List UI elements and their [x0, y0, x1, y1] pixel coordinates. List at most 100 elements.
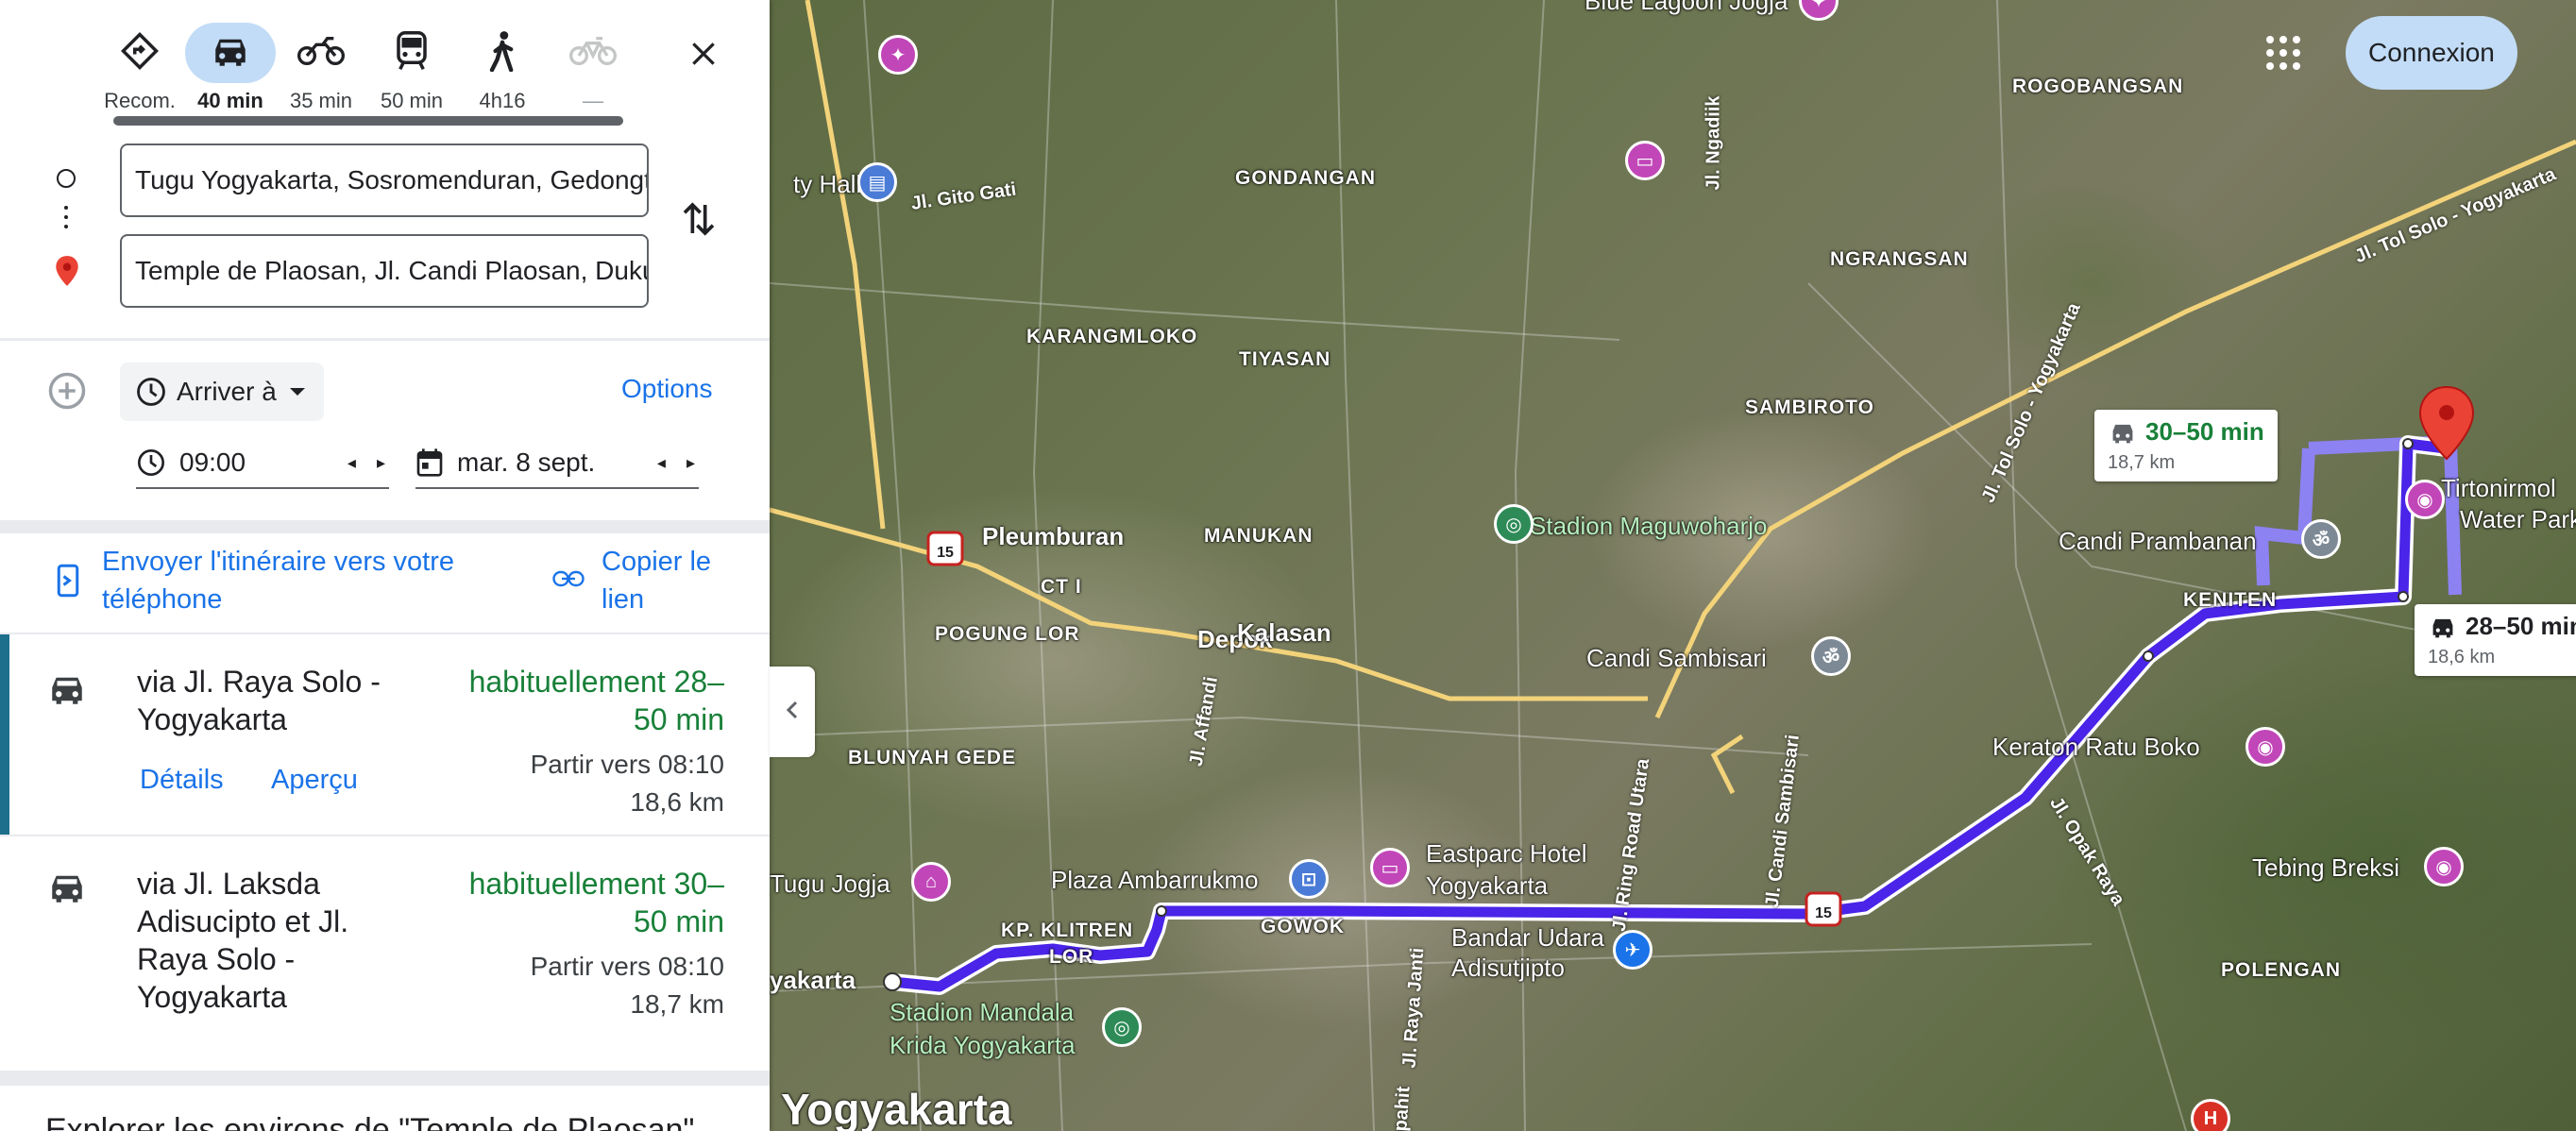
map-road-label: Jl. Ngadiik	[1703, 95, 1724, 191]
car-icon	[47, 870, 87, 909]
route-dots-icon	[64, 206, 68, 228]
origin-input[interactable]: Tugu Yogyakarta, Sosromenduran, Gedongte…	[120, 143, 649, 217]
map-place-label: Blue Lagoon Jogja	[1585, 0, 1788, 15]
mode-label: 4h16	[479, 89, 526, 112]
map-place-label: Pleumburan	[982, 522, 1125, 550]
collapse-panel-button[interactable]	[770, 667, 815, 757]
map-canvas[interactable]: 15 15 ROGOBANGSAN GONDANGAN NGRANGSAN KA…	[770, 0, 2576, 1131]
bicycle-icon	[569, 34, 617, 73]
time-prev-icon[interactable]: ◂	[347, 453, 356, 473]
clock-icon	[136, 447, 166, 478]
map-area-label: LOR	[1049, 946, 1094, 968]
map-place-label: Krida Yogyakarta	[890, 1031, 1076, 1059]
send-to-phone-button[interactable]: Envoyer l'itinéraire vers votre téléphon…	[57, 543, 500, 618]
camera-icon[interactable]: ◉	[2424, 847, 2464, 886]
mode-car[interactable]: 40 min	[185, 23, 276, 113]
route-via-line: Yogyakarta	[137, 702, 287, 736]
camera-icon[interactable]: ◉	[2246, 727, 2285, 767]
date-prev-icon[interactable]: ◂	[657, 453, 666, 473]
mode-transit[interactable]: 50 min	[366, 23, 457, 113]
building-icon[interactable]: ▤	[857, 162, 897, 202]
copy-link-label-line2: lien	[602, 584, 645, 615]
explore-nearby-heading: Explorer les environs de "Temple de Plao…	[45, 1112, 695, 1131]
shopping-icon[interactable]: ⊡	[1289, 859, 1329, 899]
route-details-link[interactable]: Détails	[140, 765, 224, 796]
map-place-label: Plaza Ambarrukmo	[1051, 866, 1259, 894]
airport-icon[interactable]: ✈	[1613, 930, 1652, 970]
apps-grid-icon[interactable]	[2266, 36, 2300, 70]
camera-icon[interactable]: ◉	[2405, 480, 2445, 519]
calendar-icon	[415, 447, 444, 478]
map-area-label: CT I	[1041, 576, 1082, 598]
map-area-label: SAMBIROTO	[1745, 397, 1874, 418]
hospital-icon[interactable]: H	[2191, 1099, 2230, 1131]
destination-input[interactable]: Temple de Plaosan, Jl. Candi Plaosan, Du…	[120, 234, 649, 308]
signin-button[interactable]: Connexion	[2346, 16, 2517, 90]
map-place-label: Adisutjipto	[1451, 954, 1565, 982]
section-divider	[0, 520, 770, 533]
stadium-icon[interactable]: ◎	[1494, 504, 1534, 544]
map-place-label: Candi Sambisari	[1586, 644, 1767, 672]
route-option-1[interactable]: via Jl. Raya Solo - Yogyakarta habituell…	[0, 634, 770, 835]
date-field[interactable]: mar. 8 sept. ◂ ▸	[415, 438, 699, 489]
route-time-card-main[interactable]: 28–50 min 18,6 km	[2415, 604, 2576, 677]
mode-recommended[interactable]: Recom.	[94, 23, 185, 113]
hotel-icon[interactable]: ▭	[1370, 848, 1410, 887]
temple-icon[interactable]: ॐ	[2301, 519, 2341, 559]
map-place-label: Eastparc Hotel	[1426, 839, 1587, 868]
map-area-label: GONDANGAN	[1235, 167, 1376, 189]
map-place-label: ty Hall	[793, 170, 862, 198]
temple-icon[interactable]: ॐ	[1811, 636, 1851, 676]
departure-option-dropdown[interactable]: Arriver à	[120, 363, 324, 421]
map-area-label: KARANGMLOKO	[1026, 326, 1198, 347]
poi-marker[interactable]: ✦	[878, 35, 918, 75]
copy-link-button[interactable]: Copier le lien	[552, 543, 741, 618]
close-icon	[688, 39, 719, 74]
route-distance: 18,7 km	[2108, 452, 2176, 474]
route-usual-time-line: 50 min	[633, 904, 724, 938]
map-place-label: Water Park	[2460, 505, 2576, 533]
swap-endpoints-button[interactable]	[680, 198, 725, 244]
date-next-icon[interactable]: ▸	[686, 453, 695, 473]
motorcycle-icon	[297, 35, 345, 72]
add-stop-button[interactable]	[47, 371, 87, 415]
stadium-icon[interactable]: ◎	[1102, 1007, 1142, 1047]
route-option-2[interactable]: via Jl. Laksda Adisucipto et Jl. Raya So…	[0, 836, 770, 1068]
map-place-label: Tugu Jogja	[770, 869, 890, 898]
close-directions-button[interactable]	[680, 32, 727, 79]
route-time: 28–50 min	[2466, 612, 2576, 640]
hotel-icon[interactable]: ▭	[1625, 141, 1665, 180]
mode-label: 35 min	[289, 89, 353, 112]
route-depart-time: Partir vers 08:10	[530, 750, 724, 779]
time-field[interactable]: 09:00 ◂ ▸	[136, 438, 389, 489]
transit-icon	[394, 30, 430, 76]
selected-route-indicator	[0, 634, 9, 835]
map-area-label: NGRANGSAN	[1830, 248, 1969, 270]
options-link[interactable]: Options	[621, 374, 713, 404]
map-area-label: BLUNYAH GEDE	[848, 747, 1017, 768]
mode-tabs-scrollbar[interactable]	[113, 116, 623, 126]
swap-arrows-icon	[680, 202, 718, 244]
map-area-label: GOWOK	[1261, 916, 1345, 937]
time-next-icon[interactable]: ▸	[377, 453, 385, 473]
map-place-label: yakarta	[770, 966, 856, 994]
map-place-label: Yogyakarta	[781, 1085, 1012, 1131]
route-time-card-alt[interactable]: 30–50 min 18,7 km	[2094, 410, 2278, 482]
mode-walk[interactable]: 4h16	[457, 23, 548, 113]
mode-bicycle[interactable]: —	[548, 23, 638, 113]
map-area-label: POGUNG LOR	[935, 623, 1080, 645]
directions-diamond-icon	[120, 31, 160, 76]
travel-mode-tabs: Recom. 40 min 35 min 50 min 4h16 —	[94, 23, 638, 113]
divider	[0, 338, 770, 341]
send-to-phone-label-line1: Envoyer l'itinéraire vers votre	[102, 547, 455, 577]
link-icon	[552, 569, 585, 593]
route-preview-link[interactable]: Aperçu	[271, 765, 358, 796]
route-via-line: Yogyakarta	[137, 980, 287, 1014]
mode-motorcycle[interactable]: 35 min	[276, 23, 366, 113]
send-to-phone-label-line2: téléphone	[102, 584, 223, 615]
landmark-icon[interactable]: ⌂	[911, 862, 951, 902]
svg-text:15: 15	[937, 545, 954, 561]
walk-icon	[487, 30, 517, 76]
chevron-left-icon	[783, 699, 802, 726]
car-icon	[2108, 421, 2138, 450]
